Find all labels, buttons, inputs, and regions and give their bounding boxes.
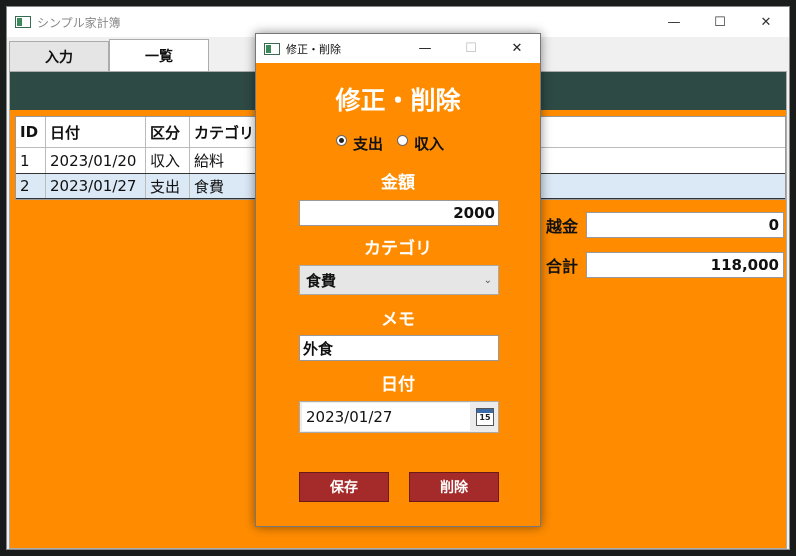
- tab-list[interactable]: 一覧: [109, 39, 209, 71]
- window-title: シンプル家計簿: [37, 15, 121, 30]
- minimize-icon[interactable]: —: [402, 34, 448, 63]
- close-icon[interactable]: ✕: [494, 34, 540, 63]
- cell-date: 2023/01/20: [46, 148, 146, 173]
- category-label: カテゴリ: [364, 239, 432, 259]
- dialog-title: 修正・削除: [286, 42, 341, 56]
- radio-expense[interactable]: [336, 135, 347, 146]
- app-icon: [15, 16, 31, 28]
- memo-label: メモ: [381, 310, 415, 330]
- window-controls: — ☐ ✕: [651, 7, 789, 37]
- radio-expense-label[interactable]: 支出: [353, 133, 383, 154]
- save-button[interactable]: 保存: [299, 472, 389, 502]
- total-value: 118,000: [586, 252, 784, 278]
- total-row: 合計 118,000: [546, 252, 784, 278]
- delete-button[interactable]: 削除: [409, 472, 499, 502]
- close-icon[interactable]: ✕: [743, 7, 789, 37]
- maximize-icon: ☐: [465, 41, 477, 56]
- carryover-label: 越金: [546, 217, 579, 236]
- radio-income-label[interactable]: 収入: [414, 133, 444, 154]
- tab-bar: 入力 一覧: [9, 39, 209, 71]
- maximize-icon[interactable]: ☐: [697, 7, 743, 37]
- date-picker-value[interactable]: 2023/01/27: [302, 403, 470, 431]
- chevron-down-icon: ⌄: [483, 274, 492, 286]
- edit-delete-dialog: 修正・削除 — ☐ ✕ 修正・削除 支出 収入 金額 2000 カテゴリ 食費 …: [255, 33, 541, 527]
- header-date[interactable]: 日付: [46, 117, 146, 147]
- carryover-value: 0: [586, 212, 784, 238]
- cell-id: 2: [16, 174, 46, 198]
- category-select-value: 食費: [306, 271, 337, 290]
- type-radio-group: 支出 収入: [336, 133, 458, 154]
- cell-id: 1: [16, 148, 46, 173]
- date-picker[interactable]: 2023/01/27 15: [299, 401, 499, 433]
- cell-type: 支出: [146, 174, 190, 198]
- cell-category: 食費: [190, 174, 260, 198]
- dialog-titlebar: 修正・削除 — ☐ ✕: [256, 34, 540, 63]
- date-label: 日付: [381, 375, 415, 395]
- app-icon: [264, 42, 280, 55]
- memo-field[interactable]: 外食: [299, 335, 499, 361]
- cell-date: 2023/01/27: [46, 174, 146, 198]
- total-label: 合計: [546, 257, 579, 276]
- calendar-day: 15: [479, 413, 491, 422]
- calendar-icon[interactable]: 15: [476, 408, 494, 426]
- amount-label: 金額: [381, 173, 415, 193]
- dialog-heading: 修正・削除: [335, 86, 461, 115]
- cell-type: 収入: [146, 148, 190, 173]
- radio-income[interactable]: [397, 135, 409, 146]
- category-select[interactable]: 食費 ⌄: [299, 265, 499, 295]
- header-type[interactable]: 区分: [146, 117, 190, 147]
- dialog-controls: — ☐ ✕: [402, 34, 540, 63]
- header-category[interactable]: カテゴリ: [190, 117, 260, 147]
- header-id[interactable]: ID: [16, 117, 46, 147]
- carryover-row: 越金 0: [546, 212, 784, 238]
- cell-category: 給料: [190, 148, 260, 173]
- amount-field[interactable]: 2000: [299, 200, 499, 226]
- minimize-icon[interactable]: —: [651, 7, 697, 37]
- tab-input[interactable]: 入力: [9, 41, 109, 71]
